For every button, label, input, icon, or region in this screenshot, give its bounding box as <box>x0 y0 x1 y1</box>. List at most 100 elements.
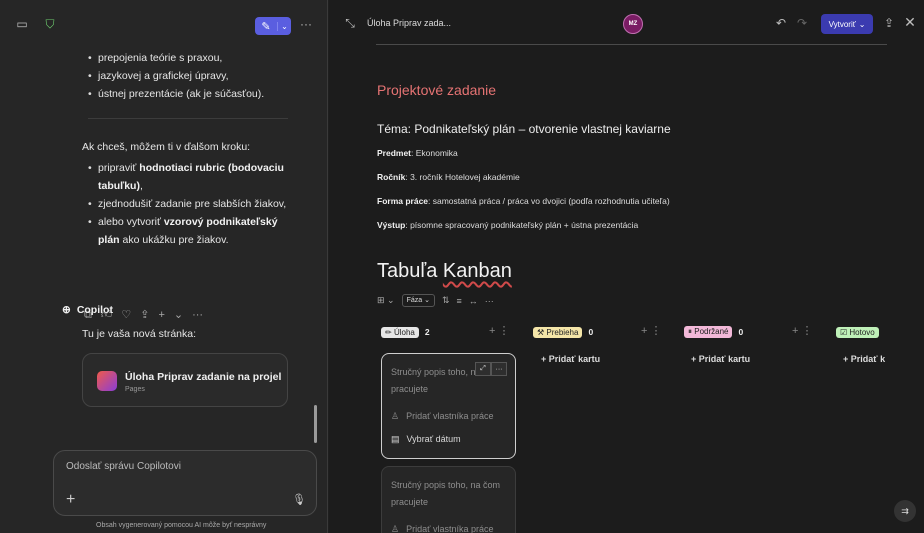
share-icon[interactable]: ⇪ <box>882 16 896 30</box>
add-card-button[interactable]: + Pridať k <box>843 354 885 364</box>
page-panel: ⤡ Úloha Priprav zada... MZ ↶ ↷ Vytvoriť ⌄… <box>329 0 924 533</box>
create-button[interactable]: Vytvoriť ⌄ <box>821 14 873 34</box>
subject-value: : Ekonomika <box>411 148 458 158</box>
text: , <box>139 180 143 192</box>
calendar-icon: ▤ <box>391 434 400 444</box>
copilot-name: Copilot <box>76 304 113 316</box>
add-owner-label: Pridať vlastníka práce <box>406 411 494 421</box>
column-tag[interactable]: ⏸ Podržané <box>684 326 733 338</box>
chevron-down-icon: ⌄ <box>858 19 866 29</box>
page-card-title: Úloha Priprav zadanie na projel <box>125 371 282 383</box>
section-heading: Projektové zadanie <box>377 82 497 98</box>
more-icon[interactable]: ··· <box>491 362 507 376</box>
scrollbar[interactable] <box>314 405 317 443</box>
board-toolbar: ⊞ ⌄ Fáza ⌄ ⇅ ≡ ↔ ··· <box>377 294 494 307</box>
copilot-icon: ⊕ <box>62 304 71 316</box>
attach-plus-icon[interactable]: + <box>66 491 75 509</box>
column-count: 2 <box>424 327 430 337</box>
intro-text: Ak chceš, môžem ti v ďalšom kroku: <box>82 141 251 153</box>
filter-icon[interactable]: ≡ <box>457 296 462 306</box>
column-label: Úloha <box>393 327 415 337</box>
plus-icon[interactable]: + <box>158 306 164 324</box>
kanban-card[interactable]: Stručný popis toho, na čom pracujete ♙ Pr… <box>381 466 516 533</box>
kanban-title-pre: Tabuľa <box>377 260 443 282</box>
filter-dropdown[interactable]: Fáza ⌄ <box>401 294 435 307</box>
copilot-panel: ▭ ⛉ ✎ ⌄ ··· prepojenia teórie s praxou, … <box>0 0 328 533</box>
more-icon[interactable]: ··· <box>296 16 316 32</box>
kanban-card[interactable]: Stručný popis toho, na čom pracujete ⤢ ·… <box>381 353 516 459</box>
column-label: Podržané <box>694 327 729 336</box>
new-chat-button[interactable]: ✎ ⌄ <box>255 17 291 35</box>
list-item: prepojenia teórie s praxou, <box>88 49 264 67</box>
add-card-label: Pridať kartu <box>698 354 751 364</box>
output-row: Výstup: písomne spracovaný podnikateľský… <box>377 220 638 230</box>
column-add-icon[interactable]: + ⋮ <box>641 324 661 337</box>
more-icon[interactable]: ··· <box>192 306 203 324</box>
more-icon[interactable]: ··· <box>485 296 494 306</box>
divider <box>376 44 887 45</box>
expand-icon[interactable]: ⤢ <box>475 362 491 376</box>
thumbs-down-icon[interactable]: ♡ <box>121 306 131 324</box>
column-add-icon[interactable]: + ⋮ <box>489 324 509 337</box>
copilot-label: ⊕ Copilot <box>62 304 113 316</box>
filter-label: Fáza <box>406 297 423 304</box>
bullet-list-offers: pripraviť hodnotiaci rubric (bodovaciu t… <box>88 159 298 249</box>
page-card-subtitle: Pages <box>125 386 145 393</box>
card-actions: ⤢ ··· <box>475 362 507 376</box>
chevron-down-icon[interactable]: ⌄ <box>277 21 291 31</box>
add-card-label: Pridať kartu <box>548 354 601 364</box>
list-item: ústnej prezentácie (ak je súčasťou). <box>88 85 264 103</box>
pick-date-row[interactable]: ▤ Vybrať dátum <box>391 434 461 445</box>
list-item: alebo vytvoriť vzorový podnikateľský plá… <box>88 213 298 249</box>
column-tag[interactable]: ⚒ Prebieha <box>533 326 583 338</box>
pencil-icon: ✏ <box>385 327 392 337</box>
pause-icon: ⏸ <box>688 327 692 336</box>
list-item: pripraviť hodnotiaci rubric (bodovaciu t… <box>88 159 298 195</box>
add-owner-row[interactable]: ♙ Pridať vlastníka práce <box>391 411 494 422</box>
column-header-podrzane: ⏸ Podržané 0 <box>684 324 743 340</box>
bullet-list-top: prepojenia teórie s praxou, jazykovej a … <box>88 49 264 103</box>
column-count: 0 <box>588 327 594 337</box>
column-header-uloha: ✏ Úloha 2 <box>381 324 430 340</box>
copilot-header: ▭ ⛉ ✎ ⌄ ··· <box>0 0 328 44</box>
pick-date-label: Vybrať dátum <box>406 434 461 444</box>
scroll-to-bottom-icon[interactable]: ⇉ <box>894 500 916 522</box>
column-add-icon[interactable]: + ⋮ <box>792 324 812 337</box>
card-description[interactable]: Stručný popis toho, na čom pracujete <box>391 477 501 511</box>
avatar[interactable]: MZ <box>623 14 643 34</box>
collapse-icon[interactable]: ⤡ <box>343 16 357 30</box>
page-header: ⤡ Úloha Priprav zada... MZ ↶ ↷ Vytvoriť ⌄… <box>329 0 924 40</box>
add-owner-row[interactable]: ♙ Pridať vlastníka práce <box>391 524 494 533</box>
kanban-title: Tabuľa Kanban <box>377 260 512 283</box>
undo-icon[interactable]: ↶ <box>774 16 788 30</box>
expand-icon[interactable]: ↔ <box>469 296 478 306</box>
chat-input[interactable]: Odoslať správu Copilotovi + 🎙︎ <box>53 450 317 516</box>
add-card-label: Pridať k <box>850 354 886 364</box>
tools-icon: ⚒ <box>537 327 545 337</box>
board-view-icon[interactable]: ⊞ ⌄ <box>377 295 395 306</box>
sort-icon[interactable]: ⇅ <box>442 295 450 306</box>
column-header-prebieha: ⚒ Prebieha 0 <box>533 324 593 340</box>
column-tag[interactable]: ✏ Úloha <box>381 326 419 338</box>
column-tag[interactable]: ☑ Hotovo <box>836 326 879 338</box>
share-icon[interactable]: ⇪ <box>140 306 149 324</box>
page-title: Úloha Priprav zada... <box>367 18 452 28</box>
add-card-button[interactable]: + Pridať kartu <box>541 354 600 364</box>
microphone-icon[interactable]: 🎙︎ <box>292 493 306 506</box>
grade-value: : 3. ročník Hotelovej akadémie <box>405 172 520 182</box>
redo-icon: ↷ <box>796 16 808 30</box>
text: ako ukážku pre žiakov. <box>119 234 229 246</box>
shield-icon: ⛉ <box>45 16 55 31</box>
page-card[interactable]: Úloha Priprav zadanie na projel Pages <box>82 353 288 407</box>
sidebar-toggle-icon[interactable]: ▭ <box>14 16 30 32</box>
create-button-label: Vytvoriť <box>828 19 856 29</box>
output-value: : písomne spracovaný podnikateľský plán … <box>405 220 639 230</box>
column-label: Hotovo <box>849 327 875 337</box>
chevron-down-icon[interactable]: ⌄ <box>174 306 183 324</box>
add-card-button[interactable]: + Pridať kartu <box>691 354 750 364</box>
ai-disclaimer: Obsah vygenerovaný pomocou AI môže byť n… <box>96 522 267 529</box>
close-icon[interactable]: ✕ <box>903 14 917 30</box>
grade-label: Ročník <box>377 172 406 182</box>
new-page-text: Tu je vaša nová stránka: <box>82 328 197 340</box>
text: pripraviť <box>98 162 140 174</box>
